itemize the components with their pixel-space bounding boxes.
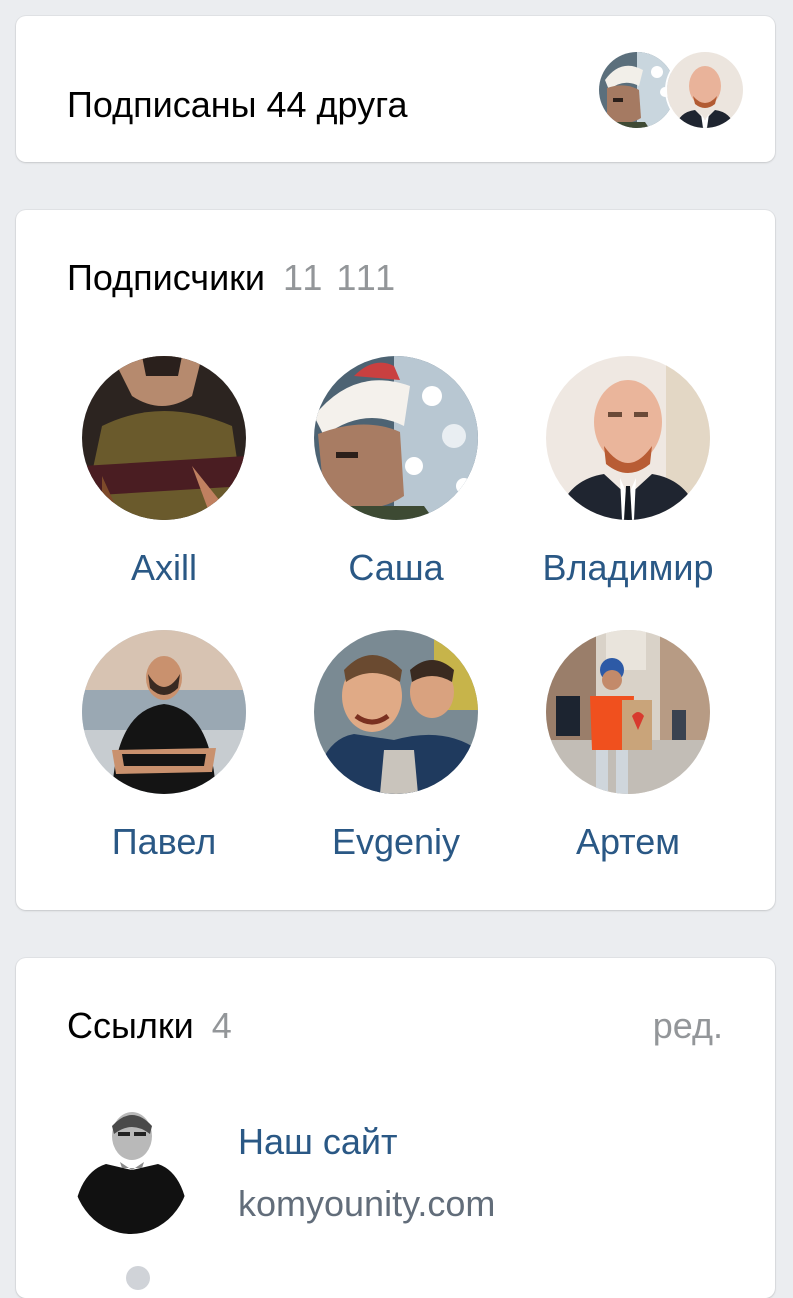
next-link-avatar-partial [126, 1266, 150, 1290]
avatar-two-people-selfie [314, 630, 478, 794]
link-url: komyounity.com [238, 1183, 496, 1224]
links-card: Ссылки 4 ред. Наш сайт komyounity.com [16, 958, 775, 1298]
follower-item-evgeniy[interactable]: Evgeniy [286, 630, 506, 862]
links-title: Ссылки [67, 1005, 194, 1046]
avatar-bald-man-suit [546, 356, 710, 520]
avatar-guitar-player [82, 356, 246, 520]
avatar-man-black-tshirt [82, 630, 246, 794]
friends-avatars[interactable] [597, 50, 745, 130]
friends-subscribed-text: Подписаны 44 друга [67, 84, 408, 125]
friend-avatar-bald-man [665, 50, 745, 130]
follower-name: Evgeniy [331, 821, 461, 862]
friends-subscribed-card[interactable]: Подписаны 44 друга [16, 16, 775, 162]
follower-item-vladimir[interactable]: Владимир [518, 356, 738, 588]
links-heading[interactable]: Ссылки 4 [67, 1008, 234, 1044]
followers-count: 11 111 [283, 257, 398, 298]
follower-item-sasha[interactable]: Саша [286, 356, 506, 588]
follower-name: Павел [111, 821, 217, 862]
followers-title: Подписчики [67, 257, 266, 298]
follower-item-axill[interactable]: Axill [54, 356, 274, 588]
follower-name: Axill [130, 547, 197, 588]
follower-name: Владимир [542, 547, 714, 588]
follower-item-pavel[interactable]: Павел [54, 630, 274, 862]
avatar-street-orange-shirt [546, 630, 710, 794]
follower-name: Артем [575, 821, 681, 862]
avatar-man-black-white [72, 1104, 190, 1234]
follower-item-artem[interactable]: Артем [518, 630, 738, 862]
link-title[interactable]: Наш сайт [238, 1122, 398, 1162]
followers-card: Подписчики 11 111 Axill Саша Владимир Па… [16, 210, 775, 910]
follower-name: Саша [348, 547, 444, 588]
followers-heading[interactable]: Подписчики 11 111 [67, 260, 397, 296]
links-count: 4 [211, 1005, 234, 1046]
avatar-santa-hat [314, 356, 478, 520]
link-item[interactable]: Наш сайт komyounity.com [72, 1104, 752, 1244]
edit-links-button[interactable]: ред. [653, 1008, 723, 1044]
